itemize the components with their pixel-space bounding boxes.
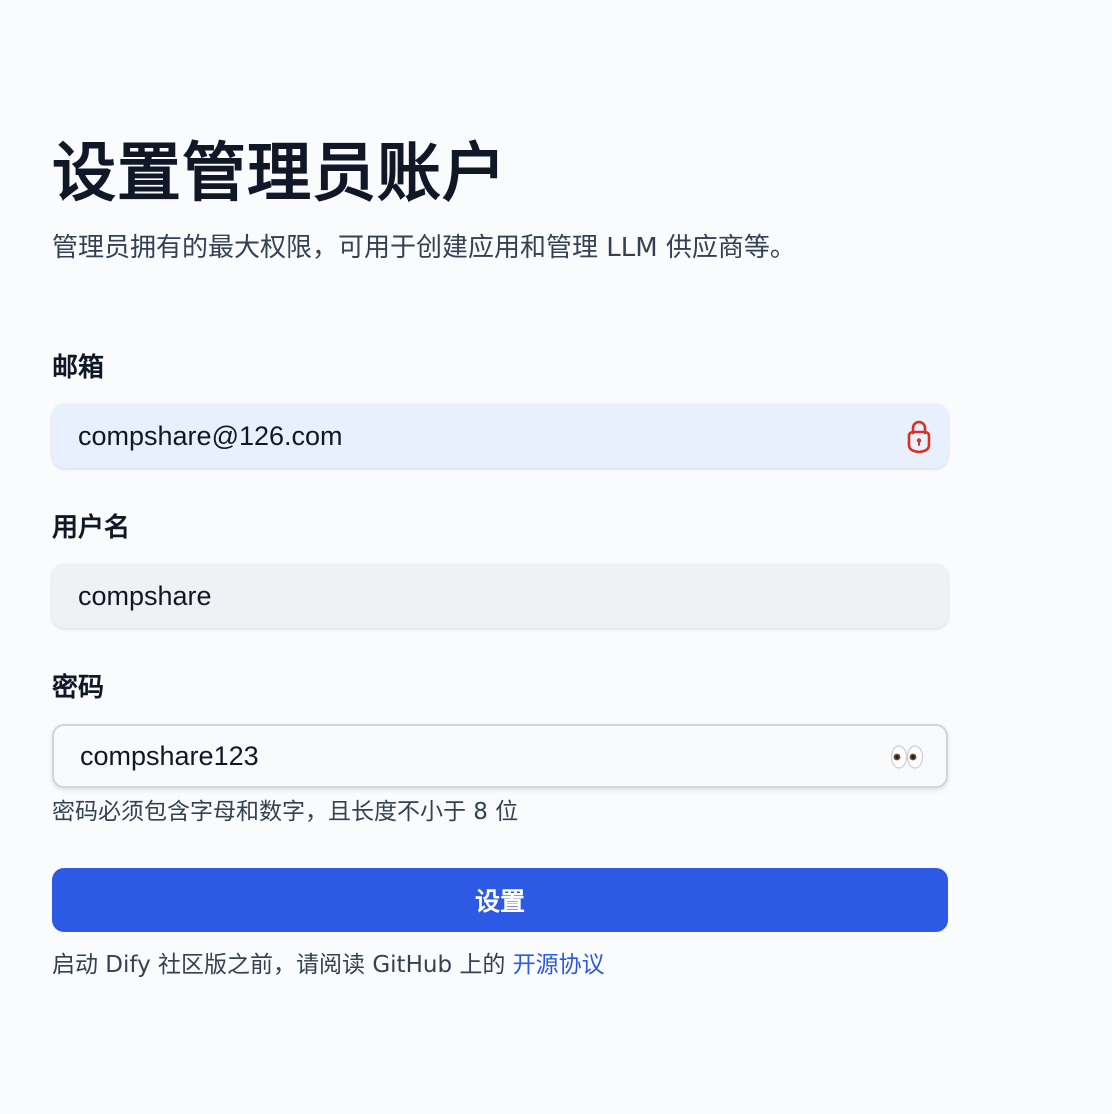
username-label: 用户名 bbox=[52, 513, 131, 543]
footer-notice: 启动 Dify 社区版之前，请阅读 GitHub 上的 开源协议 bbox=[52, 948, 605, 982]
email-input[interactable] bbox=[52, 404, 948, 468]
setup-page: 设置管理员账户 管理员拥有的最大权限，可用于创建应用和管理 LLM 供应商等。 … bbox=[0, 0, 1112, 1114]
password-field bbox=[52, 724, 948, 788]
username-field bbox=[52, 564, 948, 628]
password-label: 密码 bbox=[52, 673, 105, 703]
username-input[interactable] bbox=[52, 564, 948, 628]
eyes-icon[interactable] bbox=[890, 742, 924, 772]
email-label: 邮箱 bbox=[52, 353, 105, 383]
page-title: 设置管理员账户 bbox=[52, 137, 507, 211]
license-link[interactable]: 开源协议 bbox=[513, 952, 605, 978]
submit-button[interactable]: 设置 bbox=[52, 868, 948, 932]
lock-icon[interactable] bbox=[906, 418, 932, 454]
password-input[interactable] bbox=[54, 726, 946, 786]
footer-text: 启动 Dify 社区版之前，请阅读 GitHub 上的 bbox=[52, 952, 513, 978]
email-field bbox=[52, 404, 948, 468]
page-subtitle: 管理员拥有的最大权限，可用于创建应用和管理 LLM 供应商等。 bbox=[52, 233, 796, 263]
password-hint: 密码必须包含字母和数字，且长度不小于 8 位 bbox=[52, 799, 519, 825]
